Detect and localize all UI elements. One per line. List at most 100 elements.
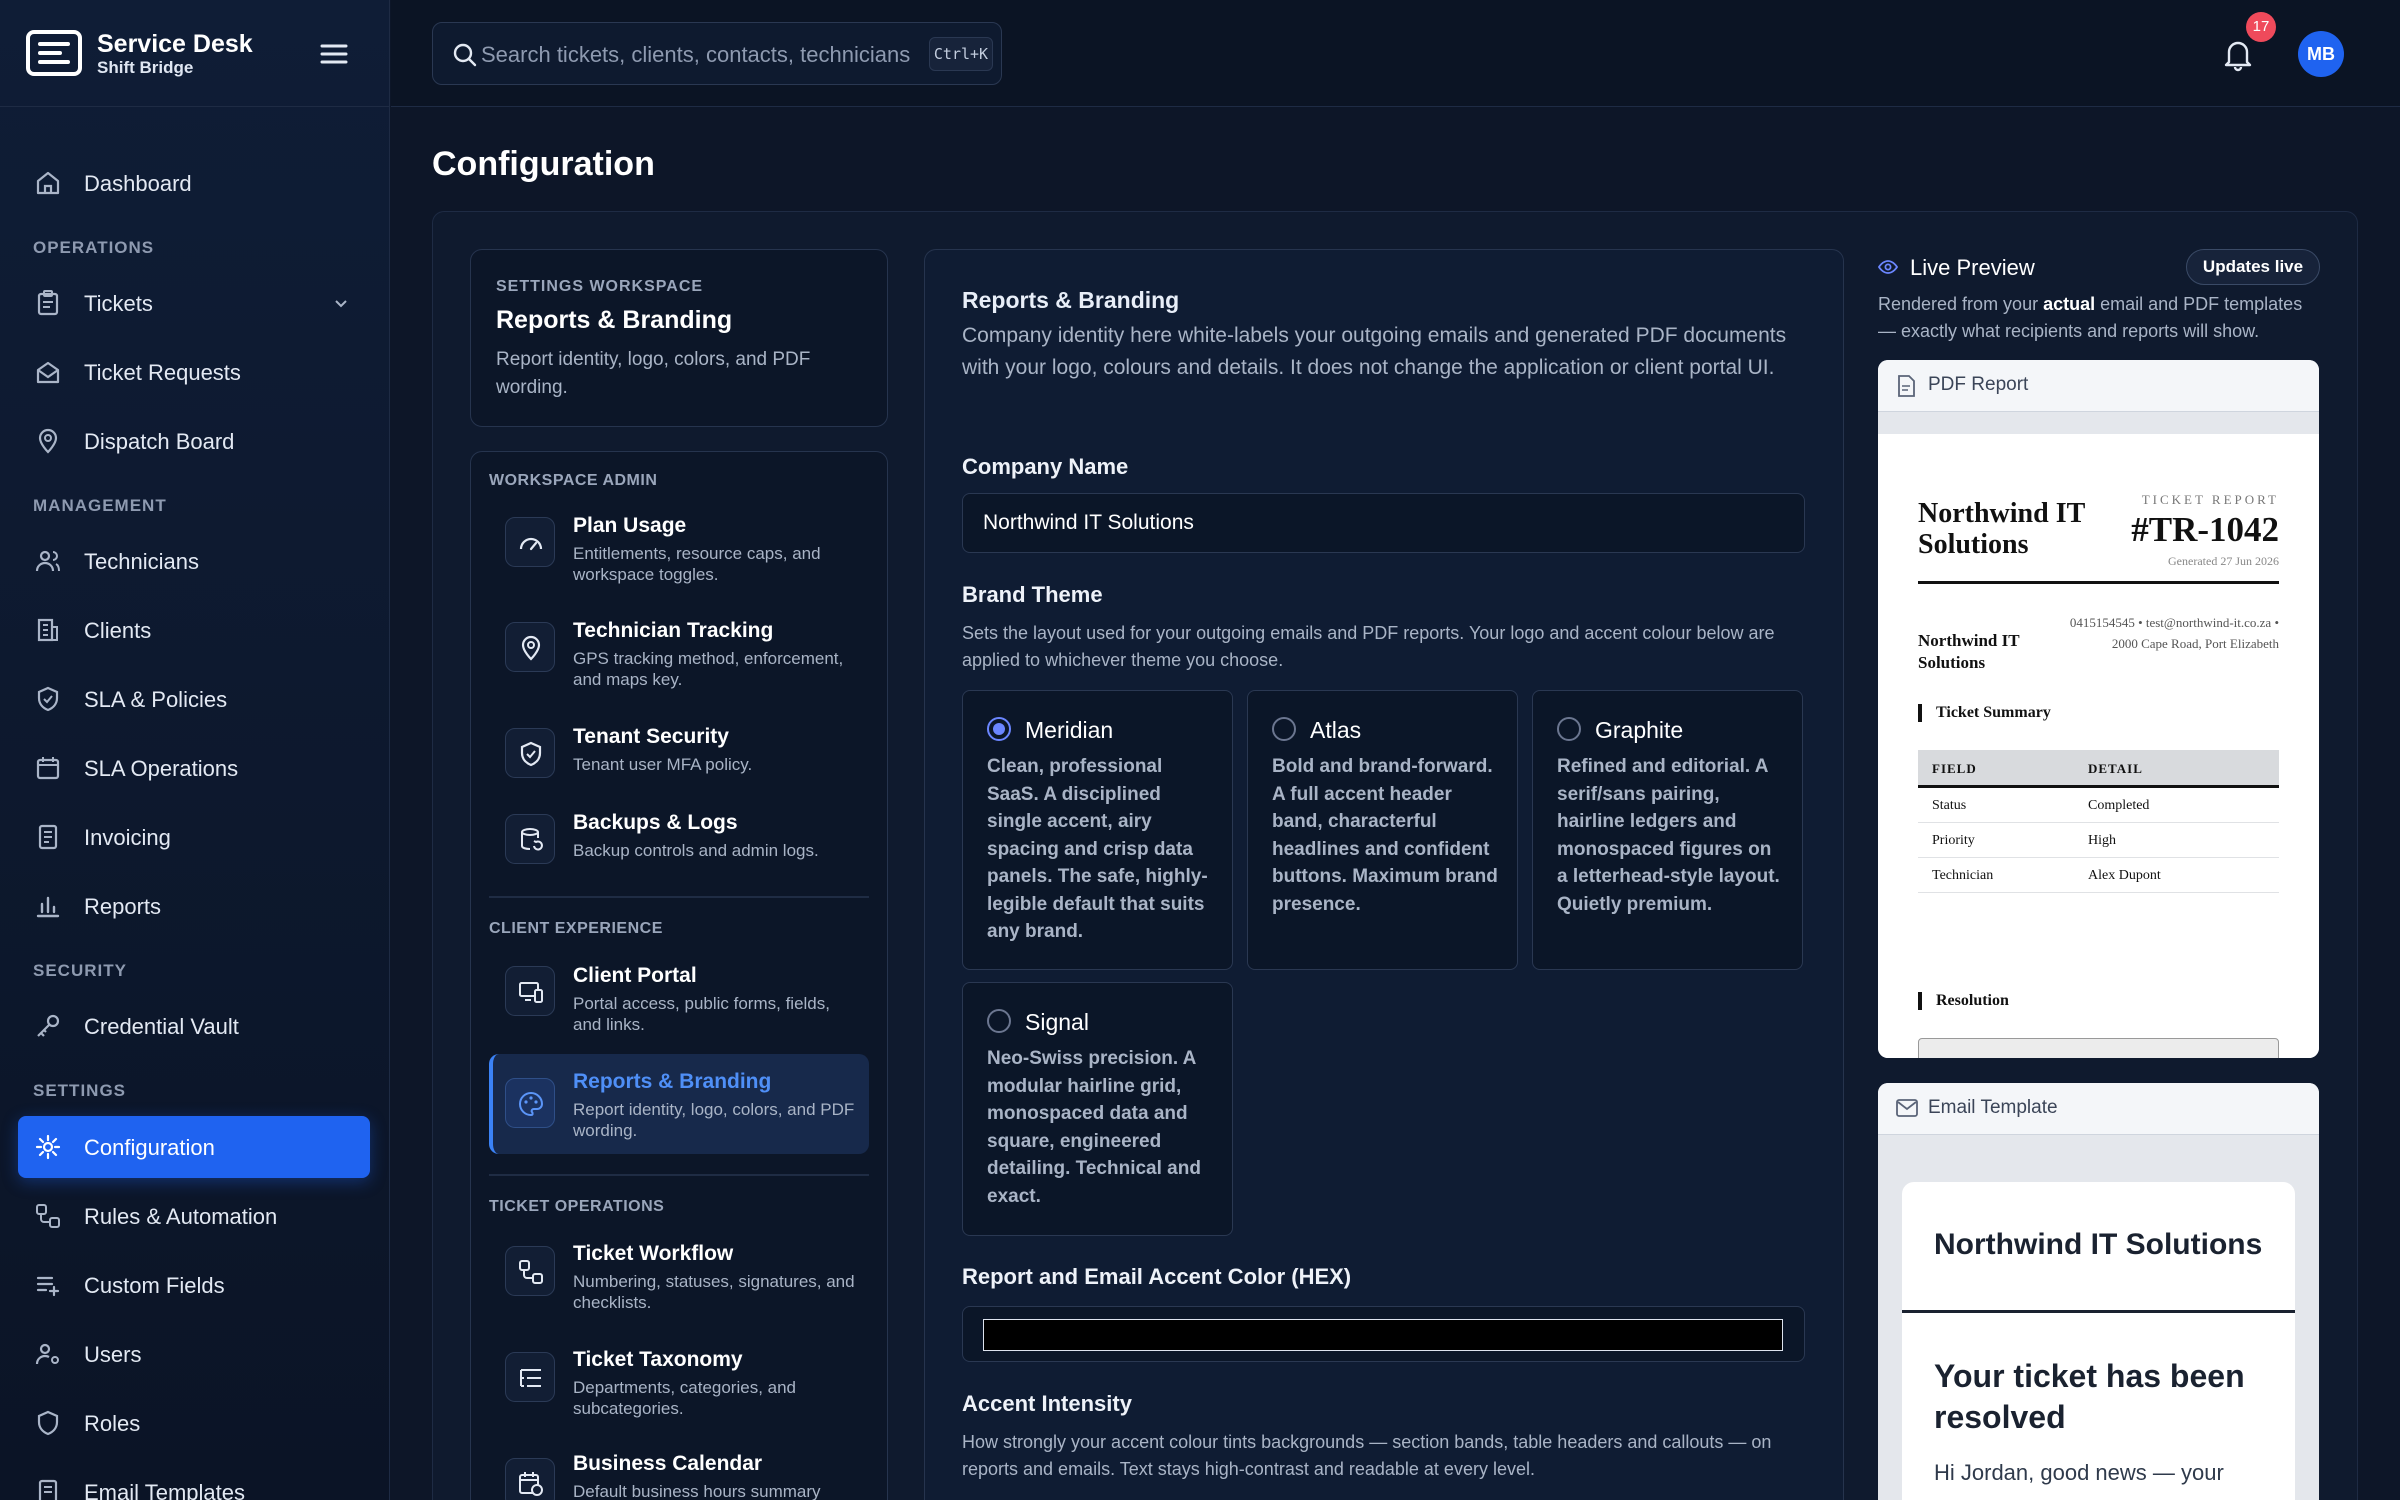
bell-icon[interactable] — [2220, 36, 2256, 72]
sidebar-item-ticket-requests[interactable]: Ticket Requests — [18, 341, 370, 403]
sidebar-item-tickets[interactable]: Tickets — [18, 272, 370, 334]
accent-intensity-help: How strongly your accent colour tints ba… — [962, 1432, 1772, 1479]
hamburger-menu-icon[interactable] — [318, 40, 350, 68]
workspace-kicker: SETTINGS WORKSPACE — [496, 278, 704, 295]
sidebar-item-technicians[interactable]: Technicians — [18, 530, 370, 592]
theme-option-atlas[interactable]: Atlas Bold and brand-forward. A full acc… — [1247, 690, 1518, 970]
sidebar-item-rules-automation[interactable]: Rules & Automation — [18, 1185, 370, 1247]
menu-item-client-portal[interactable]: Client Portal Portal access, public form… — [489, 942, 869, 1042]
sidebar-item-reports[interactable]: Reports — [18, 875, 370, 937]
accent-color-swatch[interactable] — [983, 1319, 1783, 1351]
menu-item-desc: GPS tracking method, enforcement, and ma… — [573, 649, 844, 689]
pdf-resolution-heading: Resolution — [1918, 992, 2009, 1010]
theme-description: Clean, professional SaaS. A disciplined … — [987, 756, 1208, 942]
sidebar-item-configuration[interactable]: Configuration — [18, 1116, 370, 1178]
sidebar-item-credential-vault[interactable]: Credential Vault — [18, 995, 370, 1057]
clipboard-icon — [37, 290, 59, 316]
menu-icon-box — [505, 517, 555, 567]
menu-icon-box — [505, 966, 555, 1016]
menu-item-title: Plan Usage — [573, 514, 687, 537]
menu-item-title: Client Portal — [573, 964, 697, 987]
document-icon — [38, 1479, 58, 1500]
updates-live-badge: Updates live — [2186, 249, 2320, 285]
menu-item-technician-tracking[interactable]: Technician Tracking GPS tracking method,… — [489, 597, 869, 697]
sidebar-item-label: Credential Vault — [84, 1014, 239, 1039]
list-plus-icon — [36, 1276, 60, 1297]
sidebar-item-label: Technicians — [84, 549, 199, 574]
sidebar-section-security: SECURITY — [33, 961, 127, 980]
email-body: Hi Jordan, good news — your — [1934, 1460, 2224, 1485]
shield-icon — [37, 1410, 59, 1436]
sidebar-item-dashboard[interactable]: Dashboard — [18, 152, 370, 214]
palette-icon — [519, 1091, 544, 1117]
menu-item-ticket-taxonomy[interactable]: Ticket Taxonomy Departments, categories,… — [489, 1328, 869, 1428]
devices-icon — [519, 982, 543, 1003]
sidebar-item-sla-policies[interactable]: SLA & Policies — [18, 668, 370, 730]
menu-item-reports-branding[interactable]: Reports & Branding Report identity, logo… — [489, 1054, 869, 1154]
chevron-down-icon[interactable] — [332, 294, 350, 312]
sidebar-item-custom-fields[interactable]: Custom Fields — [18, 1254, 370, 1316]
theme-name: Signal — [1025, 1009, 1089, 1035]
brand-subtitle: Shift Bridge — [97, 58, 194, 77]
company-name-input[interactable]: Northwind IT Solutions — [962, 493, 1805, 553]
menu-item-ticket-workflow[interactable]: Ticket Workflow Numbering, statuses, sig… — [489, 1222, 869, 1322]
pdf-company-small: Northwind IT Solutions — [1918, 631, 2020, 672]
theme-option-meridian[interactable]: Meridian Clean, professional SaaS. A dis… — [962, 690, 1233, 970]
sidebar-item-dispatch-board[interactable]: Dispatch Board — [18, 410, 370, 472]
global-search[interactable]: Search tickets, clients, contacts, techn… — [432, 22, 1002, 85]
menu-icon-box — [505, 728, 555, 778]
menu-item-business-calendar[interactable]: Business Calendar Default business hours… — [489, 1434, 869, 1500]
table-cell: Technician — [1932, 868, 1994, 883]
theme-radio[interactable] — [1557, 717, 1581, 741]
sidebar-item-label: Reports — [84, 894, 162, 919]
sidebar-section-settings: SETTINGS — [33, 1081, 127, 1100]
email-preview-label: Email Template — [1928, 1097, 2058, 1118]
sidebar-item-clients[interactable]: Clients — [18, 599, 370, 661]
table-cell: Priority — [1932, 833, 1975, 848]
sidebar-item-email-templates[interactable]: Email Templates — [18, 1461, 370, 1500]
sidebar-item-sla-operations[interactable]: SLA Operations — [18, 737, 370, 799]
menu-icon-box — [505, 1458, 555, 1500]
theme-radio[interactable] — [987, 1009, 1011, 1033]
sidebar-item-label: SLA & Policies — [84, 687, 228, 712]
menu-icon-box — [505, 1352, 555, 1402]
theme-radio[interactable] — [1272, 717, 1296, 741]
document-icon — [1898, 375, 1915, 397]
map-pin-icon — [38, 428, 58, 454]
sidebar-item-label: Roles — [84, 1411, 141, 1436]
theme-description: Neo-Swiss precision. A modular hairline … — [987, 1048, 1201, 1207]
menu-item-tenant-security[interactable]: Tenant Security Tenant user MFA policy. — [489, 712, 869, 794]
accent-color-input[interactable] — [962, 1306, 1805, 1362]
menu-item-desc: Departments, categories, and subcategori… — [573, 1378, 797, 1418]
search-input[interactable]: Search tickets, clients, contacts, techn… — [481, 42, 916, 68]
map-pin-icon — [521, 635, 541, 661]
pdf-report-preview: PDF Report Northwind IT Solutions TICKET… — [1878, 360, 2319, 1058]
mail-icon — [1896, 1099, 1918, 1117]
email-card: Northwind IT Solutions Your ticket has b… — [1902, 1182, 2295, 1500]
menu-item-backups-logs[interactable]: Backups & Logs Backup controls and admin… — [489, 798, 869, 880]
pdf-paper: Northwind IT Solutions TICKET REPORT #TR… — [1878, 434, 2319, 1058]
theme-option-signal[interactable]: Signal Neo-Swiss precision. A modular ha… — [962, 982, 1233, 1236]
menu-item-plan-usage[interactable]: Plan Usage Entitlements, resource caps, … — [489, 492, 869, 592]
sidebar-item-label: Configuration — [84, 1135, 215, 1160]
menu-icon-box — [505, 814, 555, 864]
theme-radio[interactable] — [987, 717, 1011, 741]
pdf-contact-details: 0415154545 • test@northwind-it.co.za • 2… — [2069, 615, 2279, 651]
gauge-icon — [519, 537, 543, 551]
sidebar-section-management: MANAGEMENT — [33, 496, 167, 515]
sidebar-item-label: SLA Operations — [84, 756, 239, 781]
sidebar-item-invoicing[interactable]: Invoicing — [18, 806, 370, 868]
user-avatar[interactable]: MB — [2298, 31, 2344, 77]
sidebar-item-roles[interactable]: Roles — [18, 1392, 370, 1454]
sidebar-item-users[interactable]: Users — [18, 1323, 370, 1385]
theme-option-graphite[interactable]: Graphite Refined and editorial. A serif/… — [1532, 690, 1803, 970]
workspace-title: Reports & Branding — [496, 306, 733, 334]
company-name-label: Company Name — [962, 454, 1129, 479]
menu-section-workspace-admin: WORKSPACE ADMIN — [489, 472, 658, 489]
menu-item-desc: Report identity, logo, colors, and PDF w… — [573, 1100, 855, 1140]
key-icon — [37, 1014, 60, 1037]
menu-item-title: Ticket Taxonomy — [573, 1348, 743, 1371]
menu-item-title: Reports & Branding — [573, 1070, 772, 1093]
shield-check-icon — [520, 741, 542, 767]
menu-icon-box — [505, 622, 555, 672]
